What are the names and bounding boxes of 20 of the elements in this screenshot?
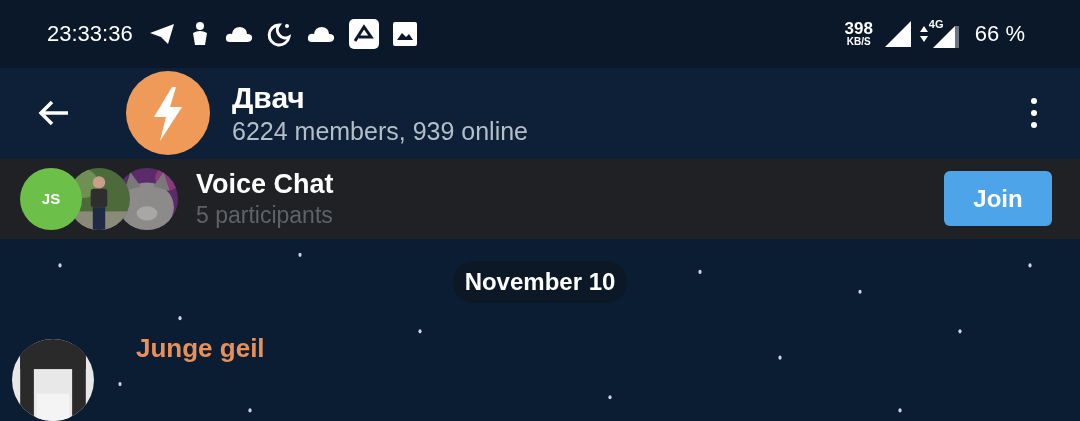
battery-level: 66 % [974, 20, 1025, 49]
image-icon [392, 21, 417, 46]
participant-count: 5 participants [196, 201, 334, 231]
clock: 23:33:36 [47, 20, 133, 49]
voice-chat-title: Voice Chat [196, 167, 334, 201]
participant-avatar: JS [20, 167, 82, 230]
paper-plane-icon [148, 22, 175, 45]
lightning-avatar-icon[interactable] [126, 71, 210, 156]
speed-unit: KB/S [846, 37, 871, 48]
network-type: 4G [928, 16, 944, 32]
chat-title: Двач [232, 79, 306, 116]
moon-icon [266, 20, 293, 47]
cloud-icon [306, 24, 335, 43]
app-icon [348, 18, 379, 49]
signal-icon [884, 20, 911, 47]
data-arrows-icon [918, 24, 929, 43]
chat-subtitle: 6224 members, 939 online [232, 116, 529, 148]
network-speed: 398 [844, 20, 873, 38]
voice-chat-bar[interactable]: JS Voice Chat 5 participants Join [0, 158, 1080, 239]
back-arrow-icon [38, 99, 70, 128]
